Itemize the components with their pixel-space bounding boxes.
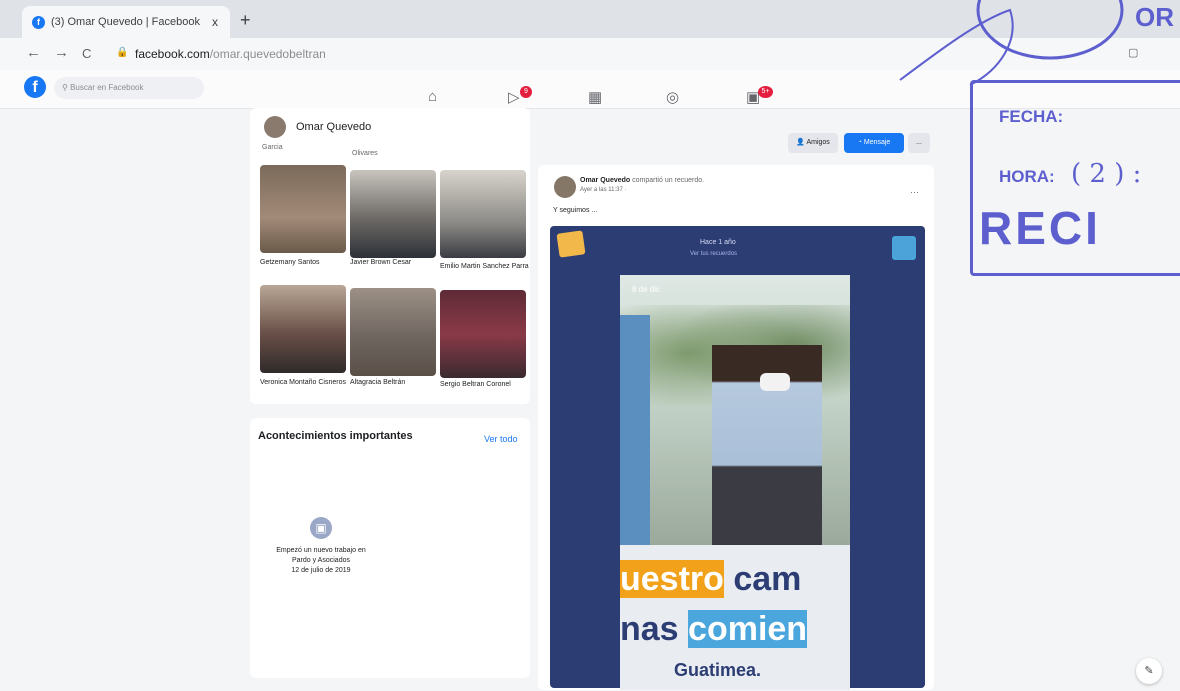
memory-sticker-icon <box>556 230 586 258</box>
stamp-hora-label: HORA: <box>999 167 1055 186</box>
life-event-line: Pardo y Asociados <box>292 557 350 564</box>
memory-title: Hace 1 año <box>700 239 736 246</box>
facebook-logo-icon[interactable]: f <box>24 76 46 98</box>
friend-name[interactable]: Javier Brown Cesar <box>350 258 440 267</box>
url-domain: facebook.com <box>135 47 210 61</box>
profile-name: Omar Quevedo <box>296 121 372 133</box>
stamp-hora-value: ( 2 ) : <box>1071 159 1142 189</box>
lock-icon: 🔒 <box>116 47 129 58</box>
sign-text-highlight: comien <box>688 610 808 648</box>
search-icon: ⚲ <box>62 83 71 92</box>
see-all-link[interactable]: Ver todo <box>484 434 518 444</box>
face-mask <box>760 373 790 391</box>
groups-icon[interactable]: ◎ <box>666 88 679 106</box>
post-author[interactable]: Omar Quevedo <box>580 177 630 184</box>
friend-surname-label: Olivares <box>352 150 378 157</box>
friend-name[interactable]: Altagracia Beltrán <box>350 378 440 387</box>
memory-photo[interactable] <box>620 275 850 545</box>
friends-button-label: Amigos <box>806 139 830 146</box>
friends-icon: 👤 <box>796 139 807 146</box>
reload-icon[interactable]: C <box>82 46 91 61</box>
post-header: Omar Quevedo compartió un recuerdo. <box>580 177 704 184</box>
friends-card-header: Omar Quevedo <box>264 116 371 138</box>
browser-tab[interactable]: f (3) Omar Quevedo | Facebook x <box>22 6 230 38</box>
avatar[interactable] <box>554 176 576 198</box>
stamp-top-text: OR <box>1135 2 1174 32</box>
friend-name[interactable]: Emilio Martin Sanchez Parra <box>440 262 530 271</box>
life-event-date: 12 de julio de 2019 <box>291 567 351 574</box>
avatar[interactable] <box>264 116 286 138</box>
edit-icon: ✎ <box>1144 665 1154 677</box>
memory-sticker-icon <box>892 236 916 260</box>
forward-arrow-icon[interactable]: → <box>54 44 69 61</box>
memory-date: 8 de dic <box>632 285 661 294</box>
url-field[interactable]: facebook.com/omar.quevedobeltran <box>135 47 326 61</box>
friend-name[interactable]: Veronica Montaño Cisneros <box>260 378 350 387</box>
life-event-line: Empezó un nuevo trabajo en <box>276 547 366 554</box>
friend-photo[interactable] <box>260 165 346 253</box>
post-action: compartió un recuerdo. <box>632 177 705 184</box>
new-message-button[interactable]: ✎ <box>1136 658 1162 684</box>
friend-surname-label: Garcia <box>262 144 283 151</box>
friend-photo[interactable] <box>440 170 526 258</box>
message-button-label: Mensaje <box>863 139 891 146</box>
watch-badge: 9 <box>520 86 532 98</box>
post-text: Y seguimos ... <box>553 207 598 214</box>
friend-photo[interactable] <box>350 170 436 258</box>
memory-subtitle[interactable]: Ver tus recuerdos <box>690 251 737 257</box>
search-placeholder: Buscar en Facebook <box>70 83 144 92</box>
briefcase-icon: ▣ <box>310 517 332 539</box>
stamp-recibido-text: RECI <box>979 202 1101 254</box>
back-arrow-icon[interactable]: ← <box>26 44 41 61</box>
home-icon[interactable]: ⌂ <box>428 88 437 105</box>
friend-name[interactable]: Sergio Beltran Coronel <box>440 380 530 389</box>
stamp-fecha-label: FECHA: <box>999 107 1064 126</box>
new-tab-button[interactable]: + <box>240 10 251 31</box>
friend-name[interactable]: Getzemany Santos <box>260 258 350 267</box>
stamp-box: FECHA: HORA: ( 2 ) : RECI <box>970 80 1180 276</box>
friends-button[interactable]: 👤 Amigos <box>788 133 838 153</box>
life-events-title: Acontecimientos importantes <box>258 430 413 442</box>
friend-photo[interactable] <box>260 285 346 373</box>
facebook-favicon-icon: f <box>32 15 45 29</box>
post-timestamp[interactable]: Ayer a las 11:37 · <box>580 187 626 193</box>
watch-icon[interactable]: ▷ <box>508 88 520 106</box>
tab-title: (3) Omar Quevedo | Facebook <box>51 16 200 28</box>
marketplace-icon[interactable]: ▦ <box>588 88 602 106</box>
tab-close-button[interactable]: x <box>212 15 218 29</box>
more-options-button[interactable]: ... <box>908 133 930 153</box>
post-menu-button[interactable]: ··· <box>910 187 919 197</box>
sign-line-1: uestro cam <box>620 560 801 599</box>
friend-photo[interactable] <box>440 290 526 378</box>
gaming-badge: 5+ <box>758 86 773 98</box>
message-button[interactable]: ◔ Mensaje <box>844 133 904 153</box>
sign-line-3: Guatimea. <box>674 660 762 680</box>
life-event-text: Empezó un nuevo trabajo en Pardo y Asoci… <box>258 546 384 576</box>
friend-photo[interactable] <box>350 288 436 376</box>
sign-text: nas <box>620 610 689 648</box>
sign-text-highlight: uestro <box>620 560 724 598</box>
search-input[interactable]: ⚲ Buscar en Facebook <box>54 77 204 99</box>
person-left <box>620 315 650 545</box>
sign-text: cam <box>723 560 802 598</box>
sign-line-2: nas comien <box>620 610 808 649</box>
url-path: /omar.quevedobeltran <box>209 47 326 61</box>
